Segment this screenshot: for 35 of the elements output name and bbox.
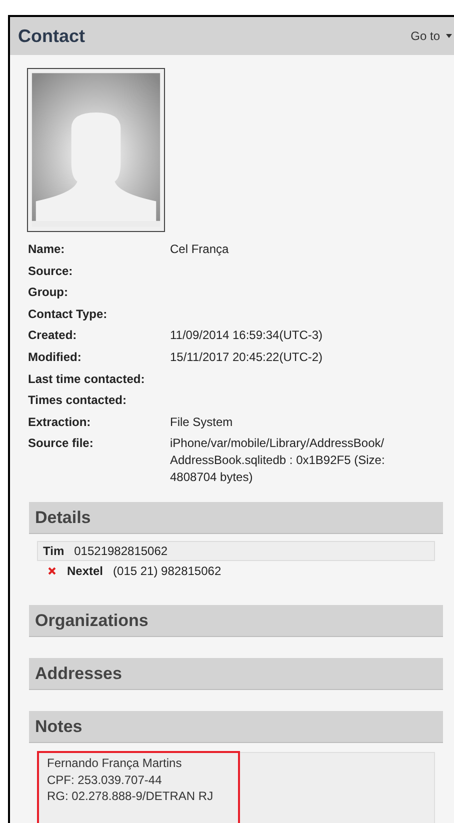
field-label: Modified: — [28, 348, 82, 366]
caret-icon — [446, 34, 452, 38]
field-label: Created: — [28, 327, 78, 344]
section-header[interactable]: Notes — [29, 711, 443, 744]
field-value: 11/09/2014 16:59:34(UTC-3) — [170, 327, 324, 344]
goto-dropdown[interactable]: Go to — [410, 27, 452, 45]
section-header[interactable]: Organizations — [29, 605, 443, 638]
section-title: Organizations — [35, 610, 148, 632]
section-title: Details — [35, 507, 91, 530]
phone-number: 01521982815062 — [74, 543, 168, 560]
field-label: Group: — [28, 284, 69, 302]
note-line: RG: 02.278.888-9/DETRAN RJ — [47, 788, 214, 805]
field-value: iPhone/var/mobile/Library/AddressBook/ AddressBook.sqlitedb : 0x1B92F5 (Size: 4808704 bytes) — [170, 435, 386, 486]
section-title: Notes — [35, 716, 82, 738]
field-label: Extraction: — [28, 414, 92, 431]
field-label: Source file: — [28, 435, 94, 452]
field-value: 15/11/2017 20:45:22(UTC-2) — [170, 348, 324, 366]
section-title: Addresses — [35, 663, 122, 686]
field-label: Last time contacted: — [28, 370, 146, 388]
field-label: Times contacted: — [28, 392, 128, 410]
field-label: Source: — [28, 262, 74, 280]
panel-title: Contact — [18, 24, 85, 48]
phone-row[interactable]: Tim 01521982815062 — [37, 541, 435, 562]
note-line: Fernando França Martins — [47, 755, 183, 772]
phone-row[interactable]: Nextel (015 21) 982815062 — [37, 561, 435, 582]
section-header[interactable]: Details — [29, 502, 443, 534]
field-label: Name: — [28, 241, 66, 258]
phone-number: (015 21) 982815062 — [113, 563, 222, 580]
field-value: Cel França — [170, 241, 230, 258]
note-line: CPF: 253.039.707-44 — [47, 772, 163, 788]
section-header[interactable]: Addresses — [29, 658, 443, 690]
field-value: File System — [170, 414, 234, 431]
phone-label: Nextel — [67, 563, 104, 580]
field-label: Contact Type: — [28, 306, 108, 323]
phone-label: Tim — [43, 543, 64, 560]
